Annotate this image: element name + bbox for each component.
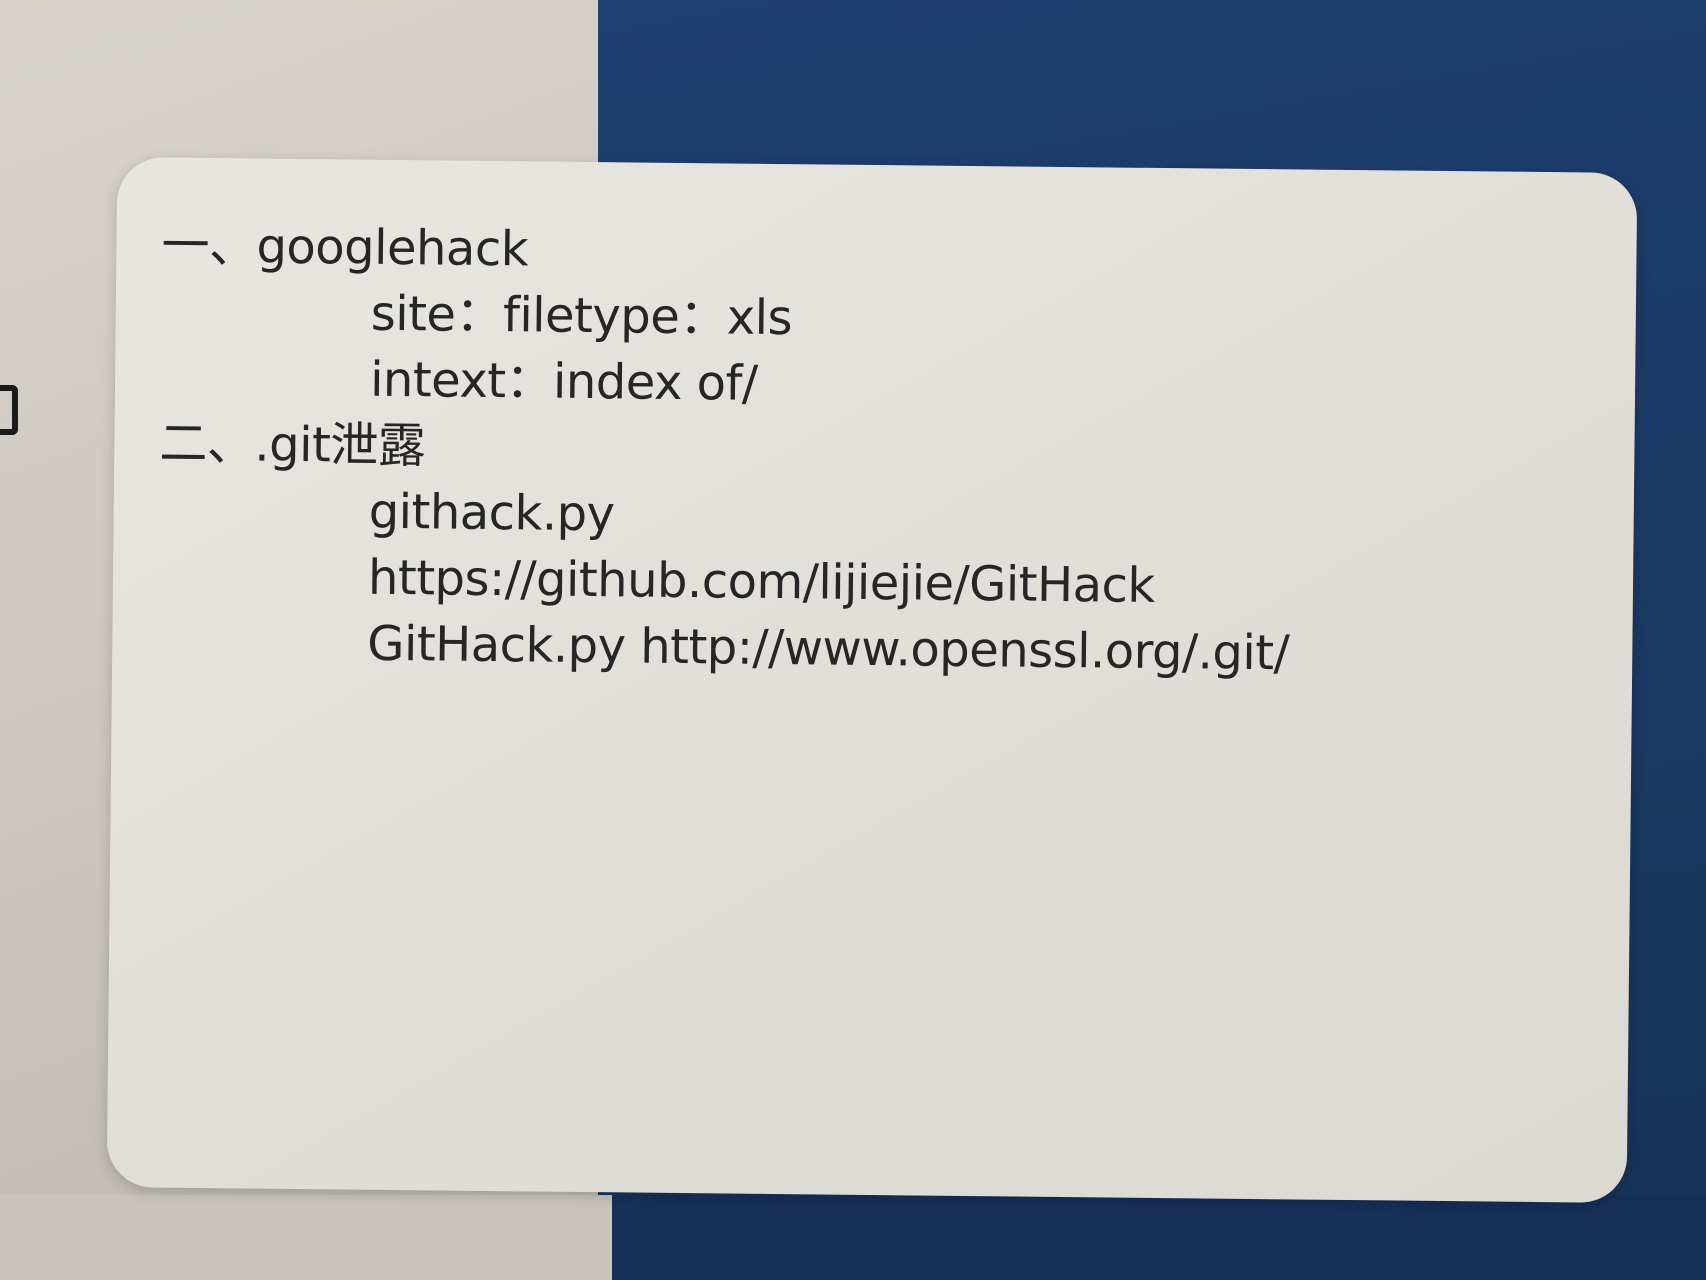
note-window: 一、googlehack site：filetype：xls intext：in… bbox=[106, 157, 1638, 1203]
note-text-area[interactable]: 一、googlehack site：filetype：xls intext：in… bbox=[157, 213, 1562, 690]
partial-icon-edge bbox=[0, 385, 18, 435]
note-line-githack-command: GitHack.py http://www.openssl.org/.git/ bbox=[367, 615, 1290, 682]
background-bottom-left bbox=[0, 1195, 612, 1280]
background-bottom-right bbox=[612, 1195, 1706, 1280]
